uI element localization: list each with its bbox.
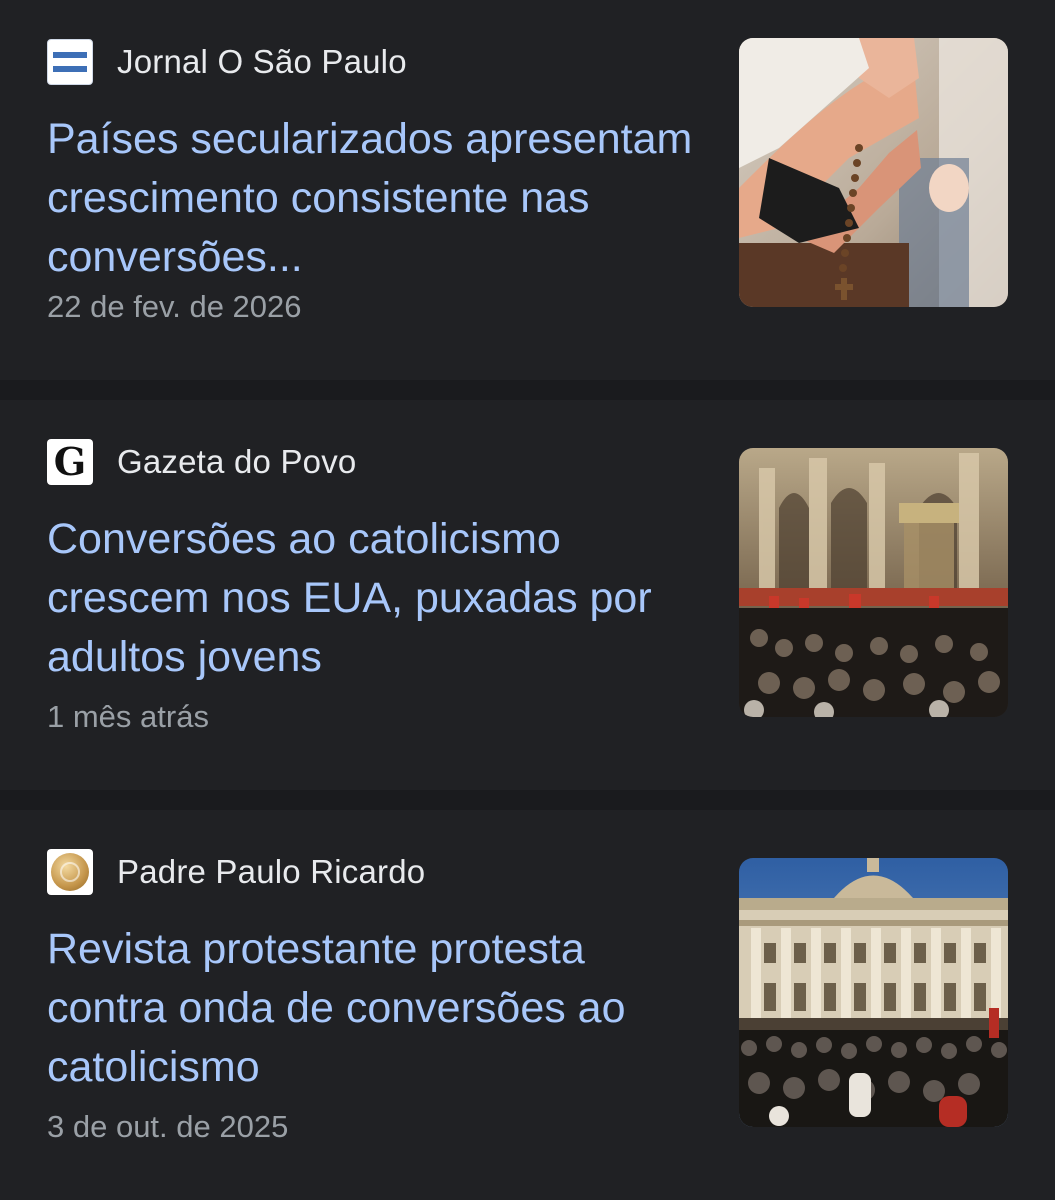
headline-link[interactable]: Conversões ao catolicismo crescem nos EU… <box>47 510 707 687</box>
rosary-prayer-thumbnail[interactable] <box>739 38 1008 307</box>
st-peters-basilica-thumbnail[interactable] <box>739 858 1008 1127</box>
headline-link[interactable]: Revista protestante protesta contra onda… <box>47 920 707 1097</box>
gazeta-do-povo-logo-icon: G <box>47 439 93 485</box>
timestamp: 3 de out. de 2025 <box>47 1109 289 1144</box>
news-result-card[interactable]: Jornal O São Paulo Países secularizados … <box>0 0 1055 380</box>
source-row: G Gazeta do Povo <box>47 438 356 486</box>
padre-paulo-ricardo-logo-icon <box>47 849 93 895</box>
news-result-card[interactable]: Padre Paulo Ricardo Revista protestante … <box>0 810 1055 1200</box>
basilica-interior-thumbnail[interactable] <box>739 448 1008 717</box>
source-name: Gazeta do Povo <box>117 443 357 480</box>
o-sao-paulo-logo-icon <box>47 39 93 85</box>
timestamp: 1 mês atrás <box>47 699 209 734</box>
source-row: Jornal O São Paulo <box>47 38 407 86</box>
source-row: Padre Paulo Ricardo <box>47 848 425 896</box>
timestamp: 22 de fev. de 2026 <box>47 289 302 324</box>
news-result-card[interactable]: G Gazeta do Povo Conversões ao catolicis… <box>0 400 1055 790</box>
source-name: Padre Paulo Ricardo <box>117 853 426 890</box>
source-name: Jornal O São Paulo <box>117 43 407 80</box>
headline-link[interactable]: Países secularizados apresentam crescime… <box>47 110 707 287</box>
